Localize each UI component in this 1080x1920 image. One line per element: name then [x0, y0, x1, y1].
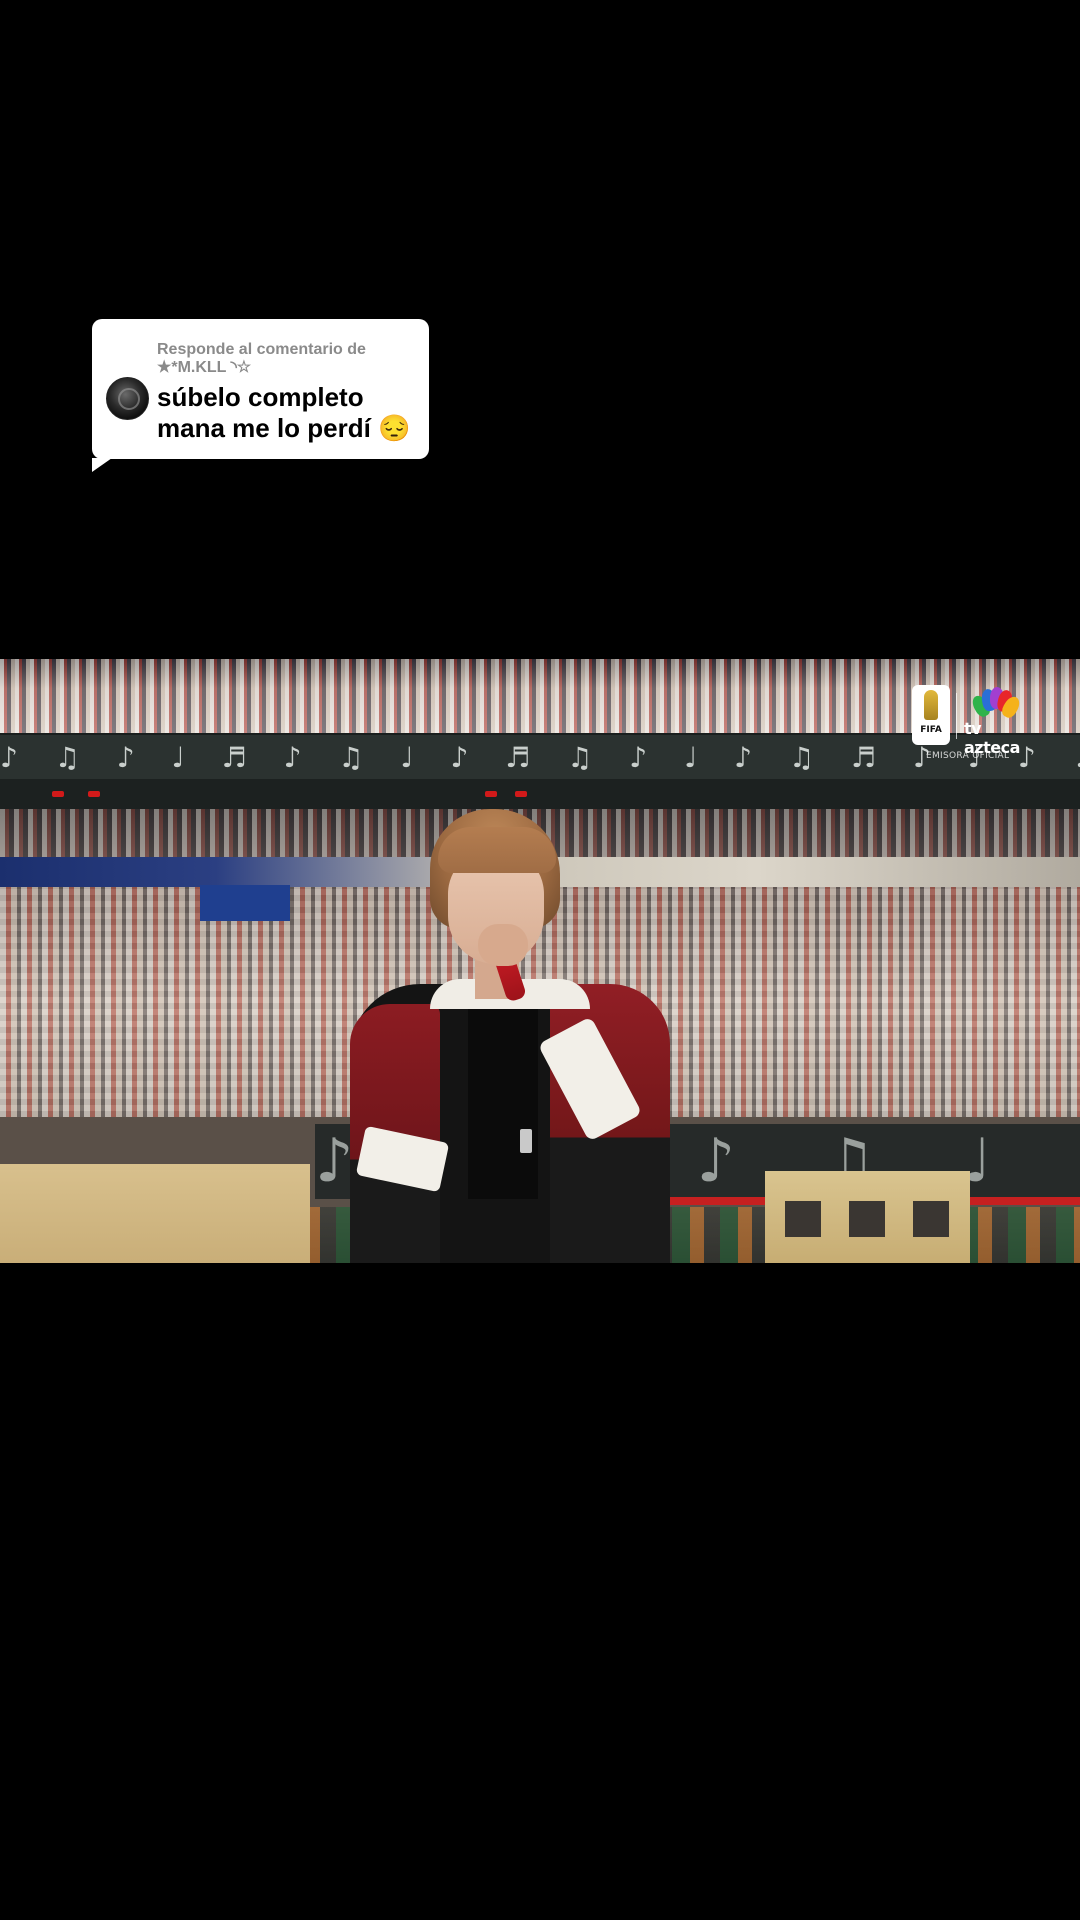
video-frame[interactable]: ♪ ♫ ♪ ♩ ♬ ♪ ♫ ♩ ♪ ♬ ♫ ♪ ♩ ♪ ♫ ♬ ♪ ♩ ♪ ♫ …	[0, 659, 1080, 1263]
red-light	[52, 791, 64, 797]
broadcaster-logo: FIFA tv azteca EMISORA OFICIAL	[912, 685, 1040, 765]
commenter-username: ★*M.KLL ◝☆	[157, 359, 252, 376]
shirt	[468, 999, 538, 1199]
hand	[478, 924, 528, 966]
fifa-label: FIFA	[920, 725, 942, 735]
comment-text: súbelo completo mana me lo perdí 😔	[157, 382, 411, 443]
video-screen[interactable]: Responde al comentario de ★*M.KLL ◝☆ súb…	[0, 0, 1080, 1920]
box-window	[913, 1201, 949, 1237]
reply-comment-sticker[interactable]: Responde al comentario de ★*M.KLL ◝☆ súb…	[92, 319, 429, 472]
gold-stage-box	[0, 1164, 310, 1263]
commenter-avatar	[106, 377, 149, 420]
red-light	[88, 791, 100, 797]
box-window	[785, 1201, 821, 1237]
trophy-icon	[924, 690, 938, 720]
logo-divider	[956, 693, 957, 739]
fifa-world-cup-logo: FIFA	[912, 685, 950, 745]
red-light	[485, 791, 497, 797]
tv-azteca-icon	[969, 687, 1023, 721]
gold-stage-box	[765, 1171, 970, 1263]
hair-fringe	[438, 827, 556, 873]
bubble-tail	[92, 458, 112, 472]
box-window	[849, 1201, 885, 1237]
stadium-fascia	[0, 779, 1080, 809]
channel-tagline: EMISORA OFICIAL	[926, 751, 1010, 761]
performer	[350, 809, 670, 1263]
dog-tag	[520, 1129, 532, 1153]
reply-header: Responde al comentario de ★*M.KLL ◝☆	[157, 341, 417, 377]
reply-header-label: Responde al comentario de	[157, 341, 366, 358]
blue-panel	[200, 885, 290, 921]
red-light	[515, 791, 527, 797]
